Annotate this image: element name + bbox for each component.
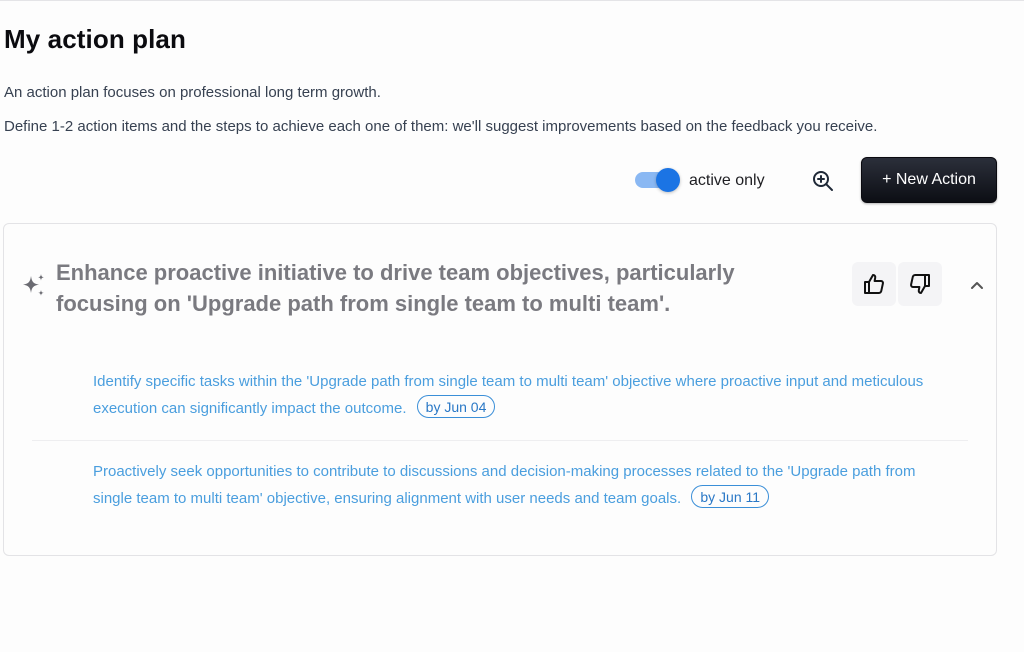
chevron-up-icon xyxy=(971,282,983,289)
action-step: Identify specific tasks within the 'Upgr… xyxy=(93,370,943,421)
collapse-button[interactable] xyxy=(966,274,988,296)
action-step: Proactively seek opportunities to contri… xyxy=(93,460,943,511)
active-only-toggle[interactable] xyxy=(635,168,680,192)
page-description: An action plan focuses on professional l… xyxy=(4,84,381,101)
active-only-label: active only xyxy=(689,172,765,189)
step-text: Proactively seek opportunities to contri… xyxy=(93,463,916,507)
thumbs-up-button[interactable] xyxy=(852,262,896,306)
sparkle-icon xyxy=(20,272,48,300)
search-button[interactable] xyxy=(808,166,838,196)
toggle-knob xyxy=(656,168,680,192)
step-divider xyxy=(32,440,968,441)
top-divider xyxy=(0,0,1024,1)
action-title: Enhance proactive initiative to drive te… xyxy=(56,260,735,316)
new-action-button[interactable]: + New Action xyxy=(861,157,997,203)
step-text: Identify specific tasks within the 'Upgr… xyxy=(93,373,924,417)
thumbs-down-button[interactable] xyxy=(898,262,942,306)
page-instructions: Define 1-2 action items and the steps to… xyxy=(4,118,878,135)
page-title: My action plan xyxy=(4,24,186,54)
due-date-badge: by Jun 04 xyxy=(416,394,496,418)
thumbs-down-icon xyxy=(910,274,930,294)
zoom-in-icon xyxy=(813,171,833,191)
thumbs-up-icon xyxy=(864,274,884,294)
due-date-badge: by Jun 11 xyxy=(691,484,770,508)
action-card: Enhance proactive initiative to drive te… xyxy=(3,223,997,556)
